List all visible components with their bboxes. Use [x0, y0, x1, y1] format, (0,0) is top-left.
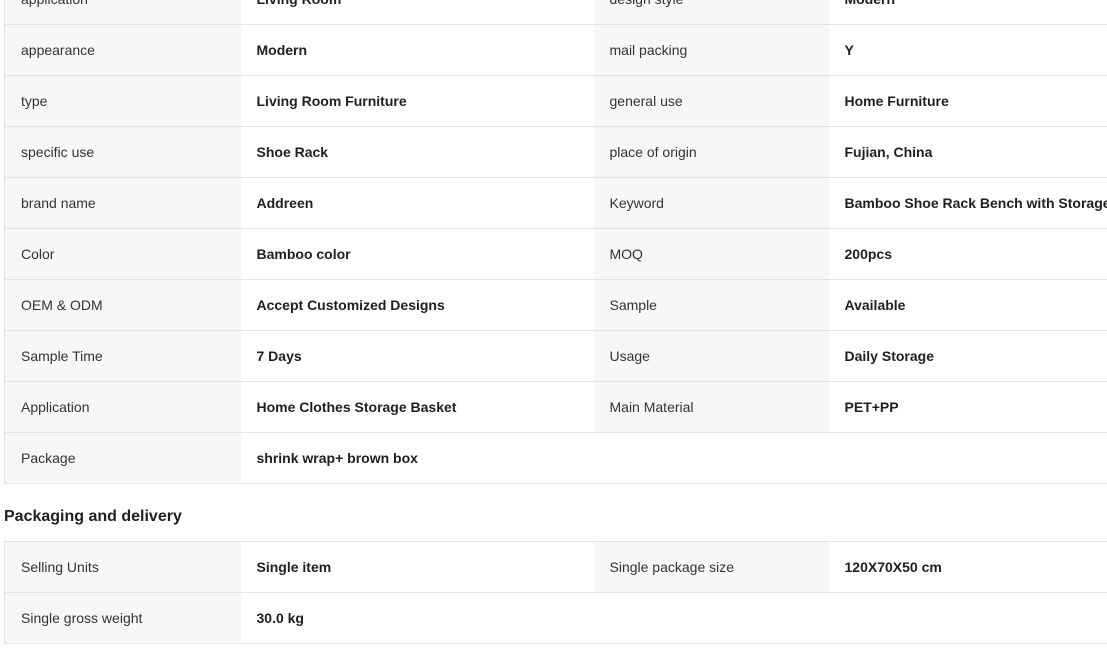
attribute-value: Addreen: [240, 177, 594, 229]
attribute-empty: [593, 592, 829, 644]
attribute-label: Main Material: [593, 381, 829, 433]
attribute-value: Shoe Rack: [240, 126, 594, 178]
attribute-label: Single gross weight: [4, 592, 241, 644]
attribute-label: Color: [4, 228, 241, 280]
packaging-table: Selling Units Single item Single package…: [4, 541, 1107, 644]
attribute-empty: [593, 432, 829, 484]
attribute-value: Single item: [240, 541, 594, 593]
attribute-value: Modern: [828, 0, 1107, 25]
attribute-label: Sample: [593, 279, 829, 331]
attribute-label: general use: [593, 75, 829, 127]
attribute-value: 30.0 kg: [240, 592, 594, 644]
attribute-label: Package: [4, 432, 241, 484]
table-row: specific use Shoe Rack place of origin F…: [4, 126, 1107, 178]
attribute-value: Fujian, China: [828, 126, 1107, 178]
attribute-value: shrink wrap+ brown box: [240, 432, 594, 484]
attribute-label: Single package size: [593, 541, 829, 593]
attribute-label: brand name: [4, 177, 241, 229]
attribute-label: appearance: [4, 24, 241, 76]
attribute-label: Usage: [593, 330, 829, 382]
attribute-label: Application: [4, 381, 241, 433]
table-row: application Living Room design style Mod…: [4, 0, 1107, 25]
attributes-table: application Living Room design style Mod…: [4, 0, 1107, 484]
section-title-packaging: Packaging and delivery: [4, 508, 182, 525]
attribute-label: type: [4, 75, 241, 127]
table-row: Selling Units Single item Single package…: [4, 541, 1107, 593]
table-row: type Living Room Furniture general use H…: [4, 75, 1107, 127]
table-row: OEM & ODM Accept Customized Designs Samp…: [4, 279, 1107, 331]
attribute-value: 200pcs: [828, 228, 1107, 280]
attribute-value: Available: [828, 279, 1107, 331]
attribute-value: PET+PP: [828, 381, 1107, 433]
attribute-value: Modern: [240, 24, 594, 76]
attribute-label: specific use: [4, 126, 241, 178]
attribute-value: Living Room: [240, 0, 594, 25]
attribute-label: design style: [593, 0, 829, 25]
table-row: Color Bamboo color MOQ 200pcs: [4, 228, 1107, 280]
attribute-value: Accept Customized Designs: [240, 279, 594, 331]
attribute-value: 120X70X50 cm: [828, 541, 1107, 593]
attribute-empty: [828, 432, 1107, 484]
attribute-value: Bamboo color: [240, 228, 594, 280]
attribute-value: Y: [828, 24, 1107, 76]
table-row: Single gross weight 30.0 kg: [4, 592, 1107, 644]
table-row: Package shrink wrap+ brown box: [4, 432, 1107, 484]
attribute-value: Daily Storage: [828, 330, 1107, 382]
attribute-value: Living Room Furniture: [240, 75, 594, 127]
attribute-value: Home Clothes Storage Basket: [240, 381, 594, 433]
table-row: brand name Addreen Keyword Bamboo Shoe R…: [4, 177, 1107, 229]
attribute-label: application: [4, 0, 241, 25]
attribute-value: 7 Days: [240, 330, 594, 382]
table-row: appearance Modern mail packing Y: [4, 24, 1107, 76]
attribute-label: place of origin: [593, 126, 829, 178]
table-row: Sample Time 7 Days Usage Daily Storage: [4, 330, 1107, 382]
attribute-empty: [828, 592, 1107, 644]
product-details: application Living Room design style Mod…: [4, 0, 1107, 644]
table-row: Application Home Clothes Storage Basket …: [4, 381, 1107, 433]
attribute-label: MOQ: [593, 228, 829, 280]
attribute-label: Keyword: [593, 177, 829, 229]
attribute-label: OEM & ODM: [4, 279, 241, 331]
attribute-value: Bamboo Shoe Rack Bench with Storage: [828, 177, 1107, 229]
attribute-label: Sample Time: [4, 330, 241, 382]
attribute-value: Home Furniture: [828, 75, 1107, 127]
attribute-label: Selling Units: [4, 541, 241, 593]
attribute-label: mail packing: [593, 24, 829, 76]
